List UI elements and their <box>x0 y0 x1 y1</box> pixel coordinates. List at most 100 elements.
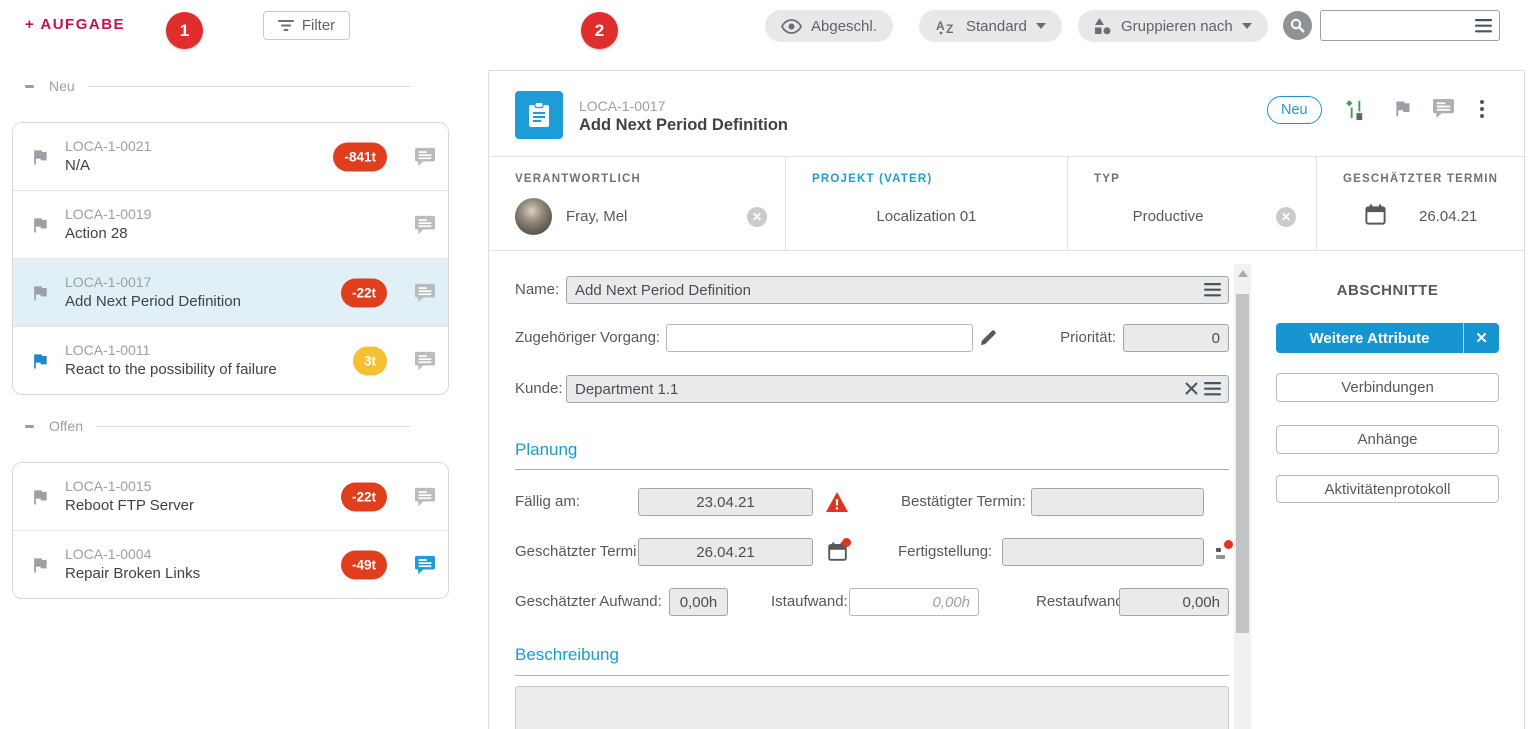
workflow-icon[interactable] <box>1344 98 1367 121</box>
menu-lines-icon[interactable] <box>1475 19 1492 33</box>
rest-input[interactable] <box>1119 588 1229 616</box>
section-divider <box>97 426 410 427</box>
collapse-toggle-icon[interactable] <box>25 85 34 88</box>
search-input[interactable] <box>1327 13 1471 40</box>
due-badge: 3t <box>353 346 387 375</box>
task-row[interactable]: LOCA-1-0004Repair Broken Links -49t <box>13 531 448 598</box>
section-label: Neu <box>49 78 75 94</box>
prio-label: Priorität: <box>1030 324 1116 352</box>
comment-icon[interactable] <box>1432 98 1455 119</box>
comment-icon[interactable] <box>414 487 436 507</box>
menu-lines-icon[interactable] <box>1204 283 1221 297</box>
sort-dropdown[interactable]: AZ Standard <box>919 10 1062 42</box>
comment-icon[interactable] <box>414 215 436 235</box>
chevron-down-icon <box>1242 23 1252 29</box>
geschaetzt-input[interactable] <box>638 538 813 566</box>
flag-icon[interactable] <box>1392 98 1413 119</box>
comment-icon[interactable] <box>414 555 436 575</box>
bestaetigt-input[interactable] <box>1031 488 1204 516</box>
section-rule <box>515 469 1229 470</box>
avatar <box>515 198 552 235</box>
task-row[interactable]: LOCA-1-0011React to the possibility of f… <box>13 327 448 394</box>
comment-icon[interactable] <box>414 147 436 167</box>
scrollbar-thumb[interactable] <box>1236 294 1249 633</box>
faellig-input[interactable] <box>638 488 813 516</box>
alert-dot <box>1224 540 1233 549</box>
aufwand-input[interactable] <box>669 588 728 616</box>
menu-lines-icon[interactable] <box>1204 382 1221 396</box>
collapse-toggle-icon[interactable] <box>25 425 34 428</box>
fertig-input[interactable] <box>1002 538 1204 566</box>
task-name: Reboot FTP Server <box>65 497 194 514</box>
comment-icon[interactable] <box>414 283 436 303</box>
completed-toggle-label: Abgeschl. <box>811 18 877 35</box>
kunde-input[interactable] <box>566 375 1229 403</box>
section-button-anhaenge[interactable]: Anhänge <box>1276 425 1499 454</box>
attr-value[interactable]: Productive <box>1068 208 1268 225</box>
task-type-tile <box>515 91 563 139</box>
svg-text:A: A <box>936 19 945 33</box>
vorgang-input[interactable] <box>666 324 973 352</box>
ist-input[interactable] <box>849 588 979 616</box>
attr-label: GESCHÄTZTER TERMIN <box>1343 173 1498 185</box>
scroll-up-icon[interactable] <box>1238 270 1248 277</box>
attr-value[interactable]: Fray, Mel <box>566 208 627 225</box>
attr-typ: TYP Productive ✕ <box>1068 157 1317 250</box>
clear-x-icon[interactable] <box>1185 382 1198 395</box>
svg-text:Z: Z <box>946 22 953 35</box>
filter-button[interactable]: Filter <box>263 11 350 40</box>
faellig-label: Fällig am: <box>515 488 580 516</box>
show-completed-toggle[interactable]: Abgeschl. <box>765 10 893 42</box>
task-row-selected[interactable]: LOCA-1-0017Add Next Period Definition -2… <box>13 259 448 327</box>
detail-form: Name: Zugehöriger Vorgang: Priorität: Ku… <box>489 252 1234 729</box>
flag-icon <box>30 215 50 235</box>
clipboard-icon <box>526 101 552 129</box>
task-name: Repair Broken Links <box>65 565 200 582</box>
form-scrollbar <box>1234 264 1251 729</box>
task-name: N/A <box>65 157 90 174</box>
flag-icon <box>30 555 50 575</box>
section-button-label: Weitere Attribute <box>1276 330 1463 347</box>
aufwand-label: Geschätzter Aufwand: <box>515 588 662 616</box>
comment-icon[interactable] <box>414 351 436 371</box>
detail-task-title: Add Next Period Definition <box>579 116 788 135</box>
more-menu-icon[interactable] <box>1480 97 1484 121</box>
section-button-aktivitaetenprotokoll[interactable]: Aktivitätenprotokoll <box>1276 475 1499 503</box>
calendar-alert-icon[interactable] <box>827 541 848 567</box>
name-input[interactable] <box>566 276 1229 304</box>
bestaetigt-label: Bestätigter Termin: <box>901 488 1026 516</box>
attr-label[interactable]: PROJEKT (VATER) <box>812 173 932 185</box>
search-button[interactable] <box>1283 11 1312 40</box>
warning-icon <box>826 492 848 512</box>
group-shapes-icon <box>1094 17 1112 35</box>
attr-value[interactable]: 26.04.21 <box>1419 208 1477 225</box>
task-row[interactable]: LOCA-1-0019Action 28 <box>13 191 448 259</box>
section-button-weitere-attribute[interactable]: Weitere Attribute ✕ <box>1276 323 1499 353</box>
close-icon[interactable]: ✕ <box>1463 323 1499 353</box>
beschreibung-heading: Beschreibung <box>515 645 619 665</box>
task-id: LOCA-1-0019 <box>65 206 151 222</box>
task-row[interactable]: LOCA-1-0015Reboot FTP Server -22t <box>13 463 448 531</box>
clear-icon[interactable]: ✕ <box>1276 207 1296 227</box>
eye-icon <box>781 19 802 34</box>
status-badge[interactable]: Neu <box>1267 96 1322 124</box>
alert-dot <box>842 538 851 547</box>
prio-input[interactable] <box>1123 324 1229 352</box>
add-task-button[interactable]: + AUFGABE <box>25 16 125 33</box>
clear-icon[interactable]: ✕ <box>747 207 767 227</box>
attr-value[interactable]: Localization 01 <box>786 208 1067 225</box>
section-header-neu: Neu <box>0 78 425 94</box>
fertig-label: Fertigstellung: <box>898 538 992 566</box>
calendar-icon[interactable] <box>1364 203 1387 226</box>
progress-alert-icon[interactable] <box>1215 543 1230 565</box>
beschreibung-textarea[interactable] <box>515 686 1229 729</box>
flag-icon <box>30 283 50 303</box>
due-badge: -49t <box>341 550 387 579</box>
group-by-dropdown[interactable]: Gruppieren nach <box>1078 10 1268 42</box>
task-id: LOCA-1-0021 <box>65 138 151 154</box>
section-button-verbindungen[interactable]: Verbindungen <box>1276 373 1499 402</box>
pencil-icon[interactable] <box>979 328 998 347</box>
search-icon <box>1290 18 1305 33</box>
task-row[interactable]: LOCA-1-0021N/A -841t <box>13 123 448 191</box>
sections-sidebar: ABSCHNITTE Weitere Attribute ✕ Verbindun… <box>1259 252 1526 729</box>
